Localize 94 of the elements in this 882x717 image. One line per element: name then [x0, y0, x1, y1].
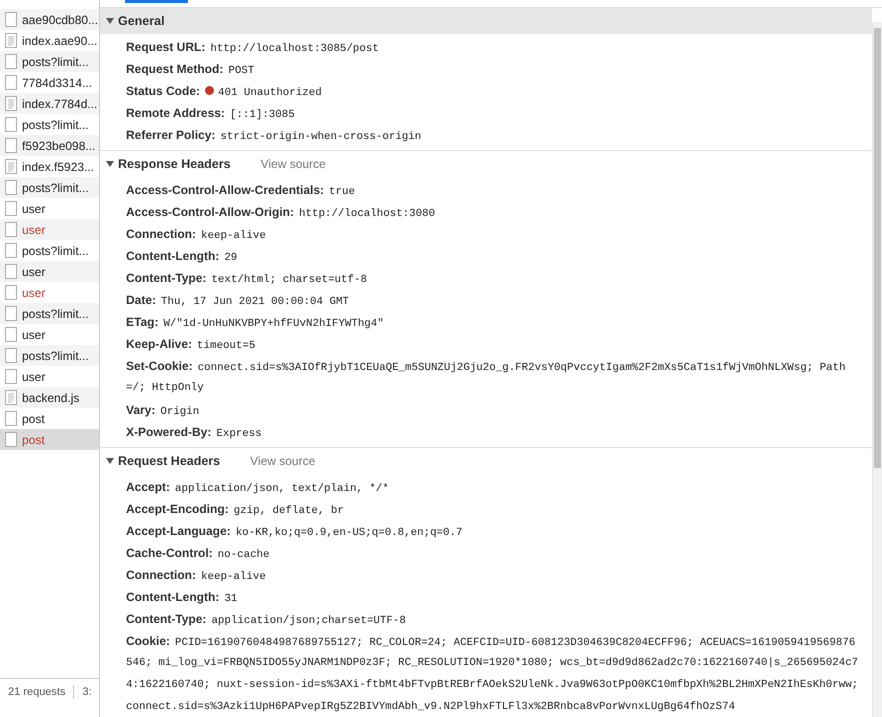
document-icon [5, 33, 17, 48]
header-name: Content-Type: [126, 270, 206, 287]
header-value: connect.sid=s%3Azki1UpH6PAPvepIRg5Z2BIVYmdAbh_v9.N2Pl9hxFTLFl3x%2BRnbca8vPorWvnxLUgBg64fhOzS74 [126, 700, 736, 715]
header-name: Vary: [126, 402, 156, 419]
header-value: 546; mi_log_vi=FRBQN5IDO55yJNARM1NDP0z3F; RC_RESOLUTION=1920*1080; wcs_bt=d9d9d862ad2c70:1622160740|s_265695024c7 [126, 656, 860, 671]
section-header[interactable]: General [100, 8, 872, 34]
tab-underline [125, 0, 188, 3]
header-value: 31 [224, 592, 238, 607]
header-value: Thu, 17 Jun 2021 00:00:04 GMT [161, 295, 349, 310]
header-name: Accept: [126, 479, 170, 496]
triangle-down-icon [106, 160, 114, 168]
header-value: text/html; charset=utf-8 [211, 273, 367, 288]
header-name: Accept-Language: [126, 523, 231, 540]
file-icon [5, 54, 17, 69]
file-icon [5, 306, 17, 321]
file-icon [5, 411, 17, 426]
header-name: Request Method: [126, 61, 224, 78]
request-row[interactable]: posts?limit... [0, 177, 99, 198]
header-name: Set-Cookie: [126, 358, 193, 375]
header-name: Access-Control-Allow-Origin: [126, 204, 294, 221]
file-icon [5, 222, 17, 237]
request-row[interactable]: aae90cdb80... [0, 9, 99, 30]
request-row[interactable]: index.7784d... [0, 93, 99, 114]
file-icon [5, 201, 17, 216]
header-name: Access-Control-Allow-Credentials: [126, 182, 324, 199]
header-value: [::1]:3085 [230, 108, 295, 123]
header-value: application/json;charset=UTF-8 [211, 614, 406, 629]
document-icon [5, 390, 17, 405]
header-value: no-cache [218, 548, 270, 563]
header-name: Connection: [126, 567, 196, 584]
triangle-down-icon [106, 457, 114, 465]
header-value: PCID=16190760484987689755127; RC_COLOR=24; ACEFCID=UID-608123D304639C8204ECFF96; ACEUACS=1619059419569876 [175, 636, 856, 651]
request-row[interactable]: post [0, 429, 99, 450]
header-value: Origin [160, 405, 200, 420]
file-icon [5, 369, 17, 384]
header-value: =/; HttpOnly [126, 381, 205, 396]
header-value: Express [216, 427, 262, 442]
header-name: Content-Length: [126, 248, 220, 265]
header-value: W/"1d-UnHuNKVBPY+hfFUvN2hIFYWThg4" [163, 317, 384, 332]
file-icon [5, 117, 17, 132]
request-row[interactable]: backend.js [0, 387, 99, 408]
header-name: Content-Length: [126, 589, 220, 606]
document-icon [5, 159, 17, 174]
header-value: keep-alive [201, 570, 266, 585]
header-name: ETag: [126, 314, 158, 331]
header-name: Connection: [126, 226, 196, 243]
header-value: strict-origin-when-cross-origin [220, 130, 422, 145]
file-icon [5, 264, 17, 279]
header-name: Status Code: [126, 83, 200, 100]
header-value: application/json, text/plain, */* [175, 482, 389, 497]
header-name: Accept-Encoding: [126, 501, 229, 518]
file-icon [5, 12, 17, 27]
header-value: http://localhost:3080 [299, 207, 436, 222]
request-count: 21 requests [8, 686, 66, 698]
header-name: Date: [126, 292, 156, 309]
triangle-down-icon [106, 17, 114, 25]
file-icon [5, 285, 17, 300]
header-name: Cookie: [126, 633, 170, 650]
file-icon [5, 75, 17, 90]
header-value: connect.sid=s%3AIOfRjybT1CEUaQE_m5SUNZUj2Gju2o_g.FR2vsY0qPvccytIgam%2F2mXs5CaT1s1fWjVmOhNLXWsg; Path [198, 361, 846, 376]
header-name: Keep-Alive: [126, 336, 192, 353]
header-value: http://localhost:3085/post [210, 42, 379, 57]
document-icon [5, 96, 17, 111]
header-name: Request URL: [126, 39, 206, 56]
header-name: X-Powered-By: [126, 424, 212, 441]
file-icon [5, 348, 17, 363]
request-row[interactable]: posts?limit... [0, 303, 99, 324]
file-icon [5, 243, 17, 258]
header-value: timeout=5 [197, 339, 256, 354]
request-row[interactable]: posts?limit... [0, 51, 99, 72]
header-value: gzip, deflate, br [234, 504, 344, 519]
request-row[interactable]: posts?limit... [0, 345, 99, 366]
header-value: 29 [224, 251, 238, 266]
header-value: 401 Unauthorized [218, 86, 322, 101]
header-name: Remote Address: [126, 105, 225, 122]
transfer-size: 3: [82, 686, 92, 698]
header-value: ko-KR,ko;q=0.9,en-US;q=0.8,en;q=0.7 [236, 526, 462, 541]
request-row[interactable]: user [0, 261, 99, 282]
file-icon [5, 180, 17, 195]
view-source-link[interactable]: View source [260, 157, 326, 171]
header-name: Cache-Control: [126, 545, 213, 562]
request-row[interactable]: f5923be098... [0, 135, 99, 156]
file-icon [5, 327, 17, 342]
header-name: Content-Type: [126, 611, 206, 628]
header-value: POST [228, 64, 254, 79]
scrollbar[interactable] [872, 22, 882, 717]
header-value: keep-alive [201, 229, 266, 244]
view-source-link[interactable]: View source [250, 454, 316, 468]
file-icon [5, 138, 17, 153]
file-icon [5, 432, 17, 447]
header-value: 4:1622160740; nuxt-session-id=s%3AXi-ftbMt4bFTvpBtREBrfAOekS2UleNk.Jva9W63otPpO0KC10mfbpXh%2BL2HmXPeN2IhEsKh0rww; [126, 678, 860, 693]
request-row[interactable]: user [0, 219, 99, 240]
header-value: true [329, 185, 355, 200]
header-name: Referrer Policy: [126, 127, 216, 144]
